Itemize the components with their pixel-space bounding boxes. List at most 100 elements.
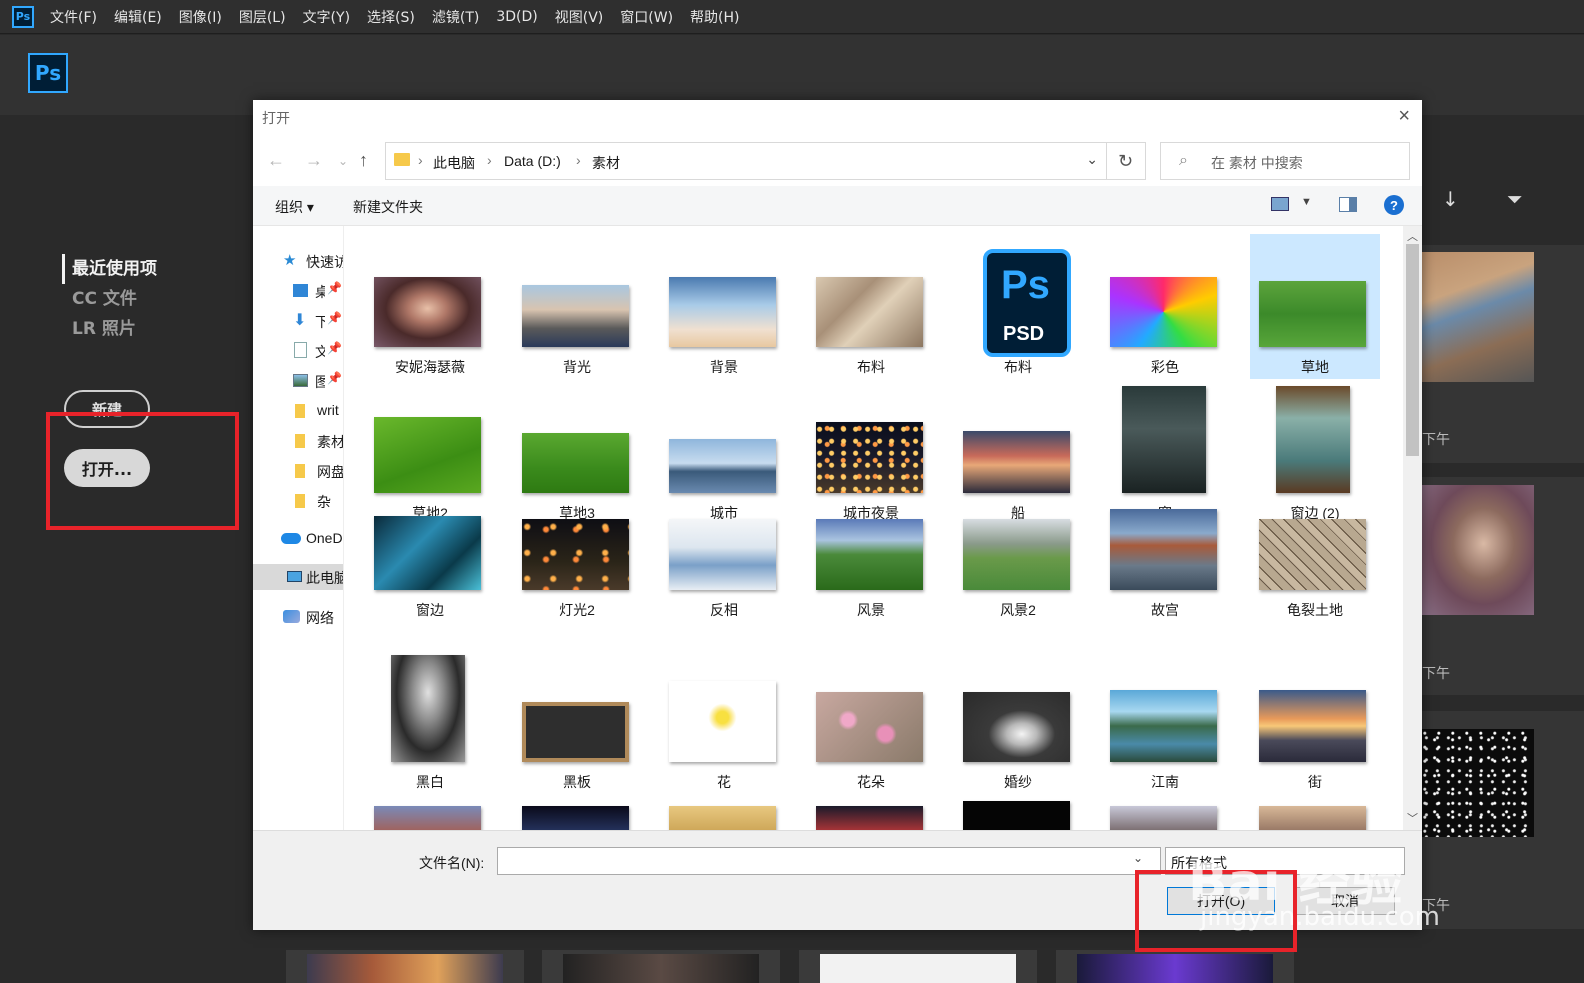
close-icon[interactable]: × bbox=[1398, 105, 1410, 128]
file-thumbnail[interactable] bbox=[522, 806, 629, 830]
vertical-scrollbar[interactable]: ︿ ﹀ bbox=[1403, 226, 1422, 830]
pin-icon[interactable]: 📌 bbox=[327, 311, 342, 325]
file-thumbnail[interactable] bbox=[1110, 806, 1217, 830]
chevron-down-icon[interactable]: ⌄ bbox=[1133, 851, 1143, 865]
nav-lr-photos[interactable]: LR 照片 bbox=[62, 314, 157, 344]
sidebar-item-pictures[interactable]: 图片 📌 bbox=[253, 368, 343, 394]
file-tile[interactable]: 背光 bbox=[512, 234, 642, 379]
file-tile[interactable]: Ps PSD 布料 bbox=[953, 234, 1083, 379]
file-thumbnail bbox=[1259, 519, 1366, 590]
folder-icon bbox=[394, 153, 410, 166]
pin-icon[interactable]: 📌 bbox=[327, 341, 342, 355]
filter-icon[interactable]: ⏷ bbox=[1507, 187, 1523, 211]
nav-cc-files[interactable]: CC 文件 bbox=[62, 284, 157, 314]
sidebar-item-quick-access[interactable]: ★ 快速访问 bbox=[253, 248, 343, 274]
menu-view[interactable]: 视图(V) bbox=[555, 7, 604, 27]
nav-recent[interactable]: 最近使用项 bbox=[62, 254, 157, 284]
file-tile[interactable]: 黑白 bbox=[365, 651, 495, 796]
breadcrumb-drive[interactable]: Data (D:) bbox=[504, 153, 561, 169]
sidebar-item-folder[interactable]: 素材 bbox=[253, 428, 343, 454]
file-tile[interactable]: 背景 bbox=[659, 234, 789, 379]
file-tile[interactable]: 城市 bbox=[659, 386, 789, 531]
sidebar-item-folder[interactable]: 网盘 bbox=[253, 458, 343, 484]
up-arrow-icon[interactable]: ↑ bbox=[359, 150, 368, 171]
help-icon[interactable]: ? bbox=[1384, 195, 1404, 215]
view-options-icon[interactable] bbox=[1271, 197, 1289, 211]
scrollbar-thumb[interactable] bbox=[1406, 244, 1419, 456]
file-thumbnail[interactable] bbox=[669, 806, 776, 830]
file-tile[interactable]: 故宫 bbox=[1100, 509, 1230, 661]
chevron-down-icon[interactable]: ⌄ bbox=[338, 154, 348, 168]
file-tile[interactable]: 窗边 (2) bbox=[1250, 386, 1380, 531]
pictures-icon bbox=[293, 374, 308, 387]
file-tile[interactable]: 草地2 bbox=[365, 386, 495, 531]
sidebar-label: 文档 bbox=[315, 342, 325, 362]
chevron-down-icon[interactable]: ⌄ bbox=[1086, 151, 1098, 168]
recent-thumbnail bbox=[1077, 954, 1273, 983]
file-tile[interactable]: 风景 bbox=[806, 516, 936, 661]
address-bar[interactable]: › 此电脑 › Data (D:) › 素材 ⌄ bbox=[385, 142, 1107, 180]
sort-down-icon[interactable]: ↓ bbox=[1442, 187, 1459, 211]
file-tile[interactable]: 灯光2 bbox=[512, 516, 642, 661]
file-tile[interactable]: 街 bbox=[1250, 651, 1380, 796]
file-tile[interactable]: 花朵 bbox=[806, 651, 936, 796]
menu-file[interactable]: 文件(F) bbox=[50, 7, 97, 27]
file-tile[interactable]: 龟裂土地 bbox=[1250, 516, 1380, 661]
file-tile[interactable]: 窗边 bbox=[365, 516, 495, 661]
menu-select[interactable]: 选择(S) bbox=[367, 7, 415, 27]
menu-3d[interactable]: 3D(D) bbox=[496, 9, 537, 25]
menu-window[interactable]: 窗口(W) bbox=[620, 7, 673, 27]
file-tile[interactable]: 安妮海瑟薇 bbox=[365, 234, 495, 379]
chevron-down-icon[interactable]: ▼ bbox=[1301, 196, 1312, 208]
pin-icon[interactable]: 📌 bbox=[327, 281, 342, 295]
psd-icon-ps: Ps bbox=[1001, 263, 1050, 307]
filename-input[interactable] bbox=[497, 847, 1161, 875]
refresh-icon[interactable]: ↻ bbox=[1106, 142, 1146, 180]
file-tile-selected[interactable]: 草地 bbox=[1250, 234, 1380, 379]
file-tile[interactable]: 彩色 bbox=[1100, 234, 1230, 379]
scroll-down-icon[interactable]: ﹀ bbox=[1407, 810, 1418, 826]
menu-help[interactable]: 帮助(H) bbox=[690, 7, 739, 27]
menu-edit[interactable]: 编辑(E) bbox=[114, 7, 162, 27]
file-tile[interactable]: 船 bbox=[953, 386, 1083, 531]
preview-pane-icon[interactable] bbox=[1339, 197, 1357, 212]
new-folder-button[interactable]: 新建文件夹 bbox=[353, 197, 423, 217]
file-tile[interactable]: 江南 bbox=[1100, 651, 1230, 796]
file-thumbnail[interactable] bbox=[374, 806, 481, 830]
file-thumbnail bbox=[374, 277, 481, 347]
file-thumbnail bbox=[522, 285, 629, 347]
file-tile[interactable]: 花 bbox=[659, 651, 789, 796]
file-thumbnail[interactable] bbox=[963, 801, 1070, 830]
file-name: 黑白 bbox=[416, 774, 444, 790]
file-tile[interactable]: 风景2 bbox=[953, 516, 1083, 661]
pin-icon[interactable]: 📌 bbox=[327, 371, 342, 385]
menu-image[interactable]: 图像(I) bbox=[179, 7, 222, 27]
file-tile[interactable]: 婚纱 bbox=[953, 651, 1083, 796]
organize-button[interactable]: 组织 ▾ bbox=[275, 197, 314, 217]
back-arrow-icon[interactable]: ← bbox=[267, 150, 285, 171]
sidebar-item-onedrive[interactable]: OneDrive bbox=[253, 526, 343, 552]
file-tile[interactable]: 反相 bbox=[659, 516, 789, 661]
breadcrumb-this-pc[interactable]: 此电脑 bbox=[433, 153, 475, 173]
file-tile[interactable]: 城市夜景 bbox=[806, 386, 936, 531]
scroll-up-icon[interactable]: ︿ bbox=[1407, 228, 1418, 244]
sidebar-item-network[interactable]: 网络 bbox=[253, 604, 343, 630]
sidebar-item-documents[interactable]: 文档 📌 bbox=[253, 338, 343, 364]
menu-filter[interactable]: 滤镜(T) bbox=[432, 7, 479, 27]
file-tile[interactable]: 黑板 bbox=[512, 651, 642, 796]
file-thumbnail[interactable] bbox=[1259, 806, 1366, 830]
sidebar-label: 此电脑 bbox=[306, 570, 344, 586]
menu-type[interactable]: 文字(Y) bbox=[303, 7, 350, 27]
sidebar-item-folder[interactable]: 杂 bbox=[253, 488, 343, 514]
file-thumbnail[interactable] bbox=[816, 806, 923, 830]
sidebar-item-downloads[interactable]: ⬇ 下载 📌 bbox=[253, 308, 343, 334]
menu-layer[interactable]: 图层(L) bbox=[239, 7, 286, 27]
file-tile[interactable]: 草地3 bbox=[512, 386, 642, 531]
search-input[interactable]: ⌕ 在 素材 中搜索 bbox=[1160, 142, 1410, 180]
sidebar-item-desktop[interactable]: 桌面 📌 bbox=[253, 278, 343, 304]
file-tile[interactable]: 布料 bbox=[806, 234, 936, 379]
sidebar-item-this-pc[interactable]: 此电脑 bbox=[253, 564, 344, 590]
breadcrumb-folder[interactable]: 素材 bbox=[592, 153, 620, 173]
sidebar-item-folder[interactable]: writ bbox=[253, 398, 343, 424]
forward-arrow-icon[interactable]: → bbox=[305, 150, 323, 171]
